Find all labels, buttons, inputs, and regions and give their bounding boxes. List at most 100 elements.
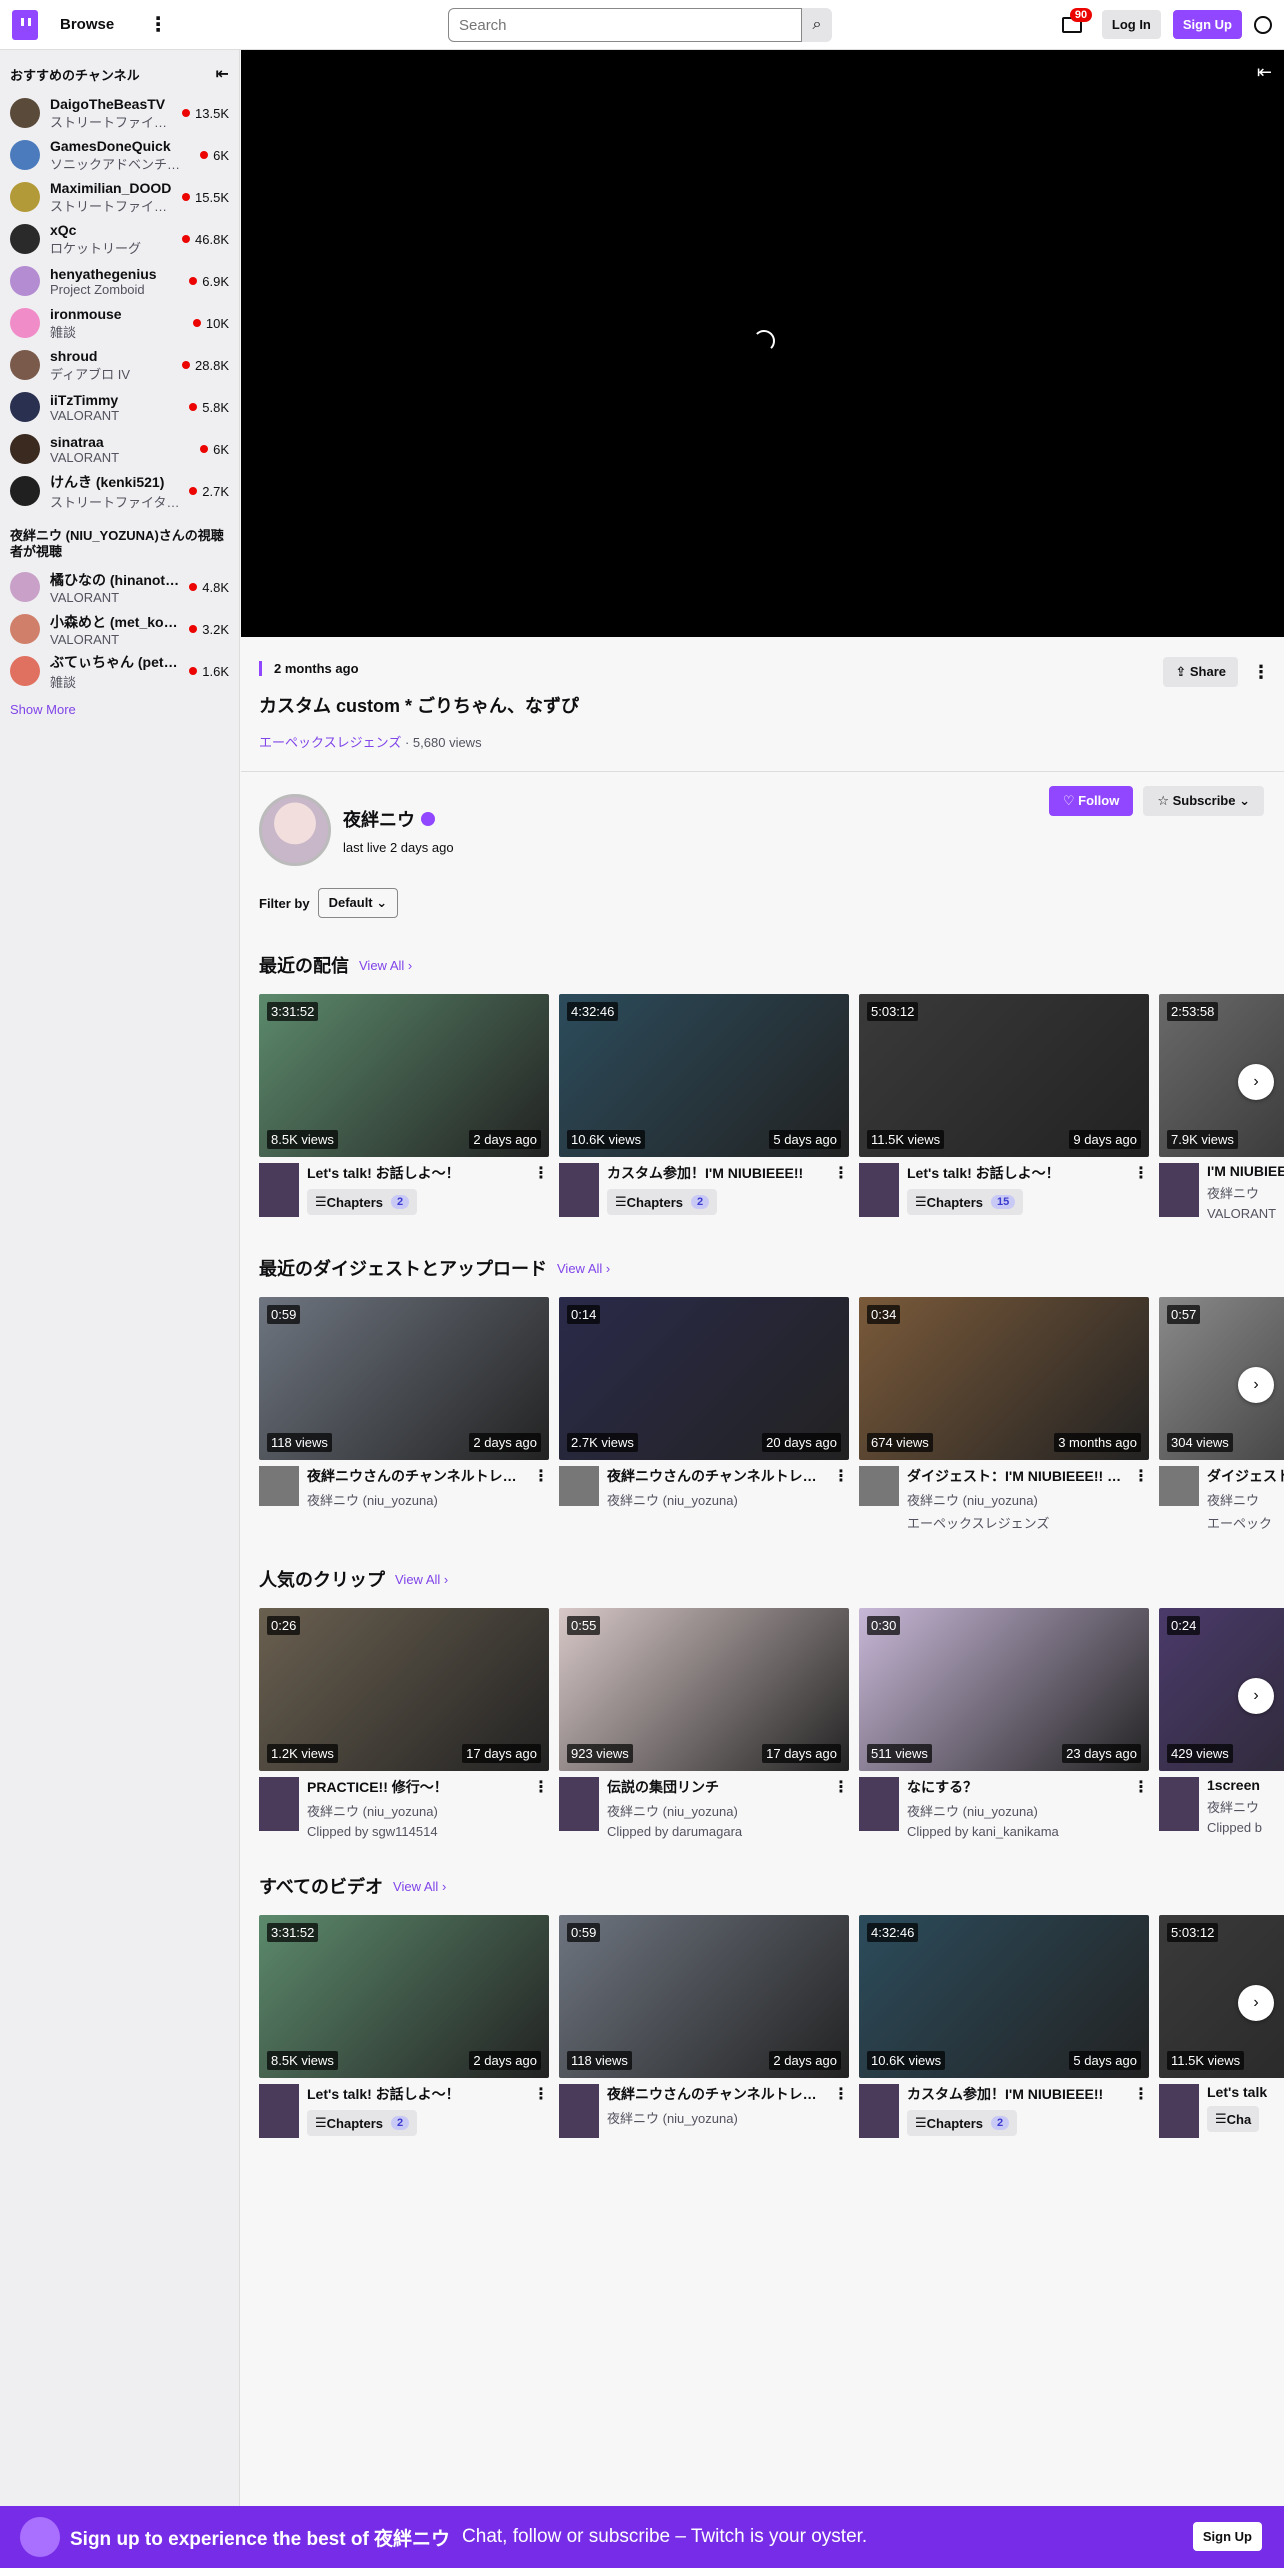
subscribe-button[interactable]: ☆ Subscribe ⌄: [1143, 786, 1264, 816]
sidebar-channel[interactable]: DaigoTheBeasTV ストリートファイ… 13.5K: [0, 92, 239, 134]
card-more-icon[interactable]: ⋮: [1133, 1163, 1149, 1183]
search-icon[interactable]: ⌕: [802, 8, 832, 42]
video-card[interactable]: 2:53:58 7.9K views I'M NIUBIEEE 夜絆ニウ VALORAN…: [1159, 994, 1284, 1221]
card-subtitle[interactable]: 夜絆ニウ (niu_yozuna): [607, 1801, 827, 1820]
video-title[interactable]: なにする？: [907, 1777, 1127, 1797]
chapters-button[interactable]: ☰ Chapters 2: [307, 2110, 418, 2136]
chapters-button[interactable]: ☰ Cha: [1207, 2106, 1260, 2132]
card-subtitle[interactable]: 夜絆ニウ (niu_yozuna): [307, 1490, 527, 1509]
chapters-button[interactable]: ☰ Chapters 2: [307, 1189, 418, 1215]
video-title[interactable]: PRACTICE!! 修行～！: [307, 1777, 527, 1797]
game-box-art[interactable]: [559, 1777, 599, 1831]
sidebar-channel[interactable]: iiTzTimmy VALORANT 5.8K: [0, 386, 239, 428]
video-thumbnail[interactable]: 0:55 923 views 17 days ago: [559, 1608, 849, 1771]
game-box-art[interactable]: [1159, 1163, 1199, 1217]
chapters-button[interactable]: ☰ Chapters 2: [607, 1189, 718, 1215]
inbox-icon[interactable]: 90: [1061, 7, 1093, 33]
card-subtitle[interactable]: 夜絆ニウ (niu_yozuna): [607, 2108, 827, 2127]
card-subtitle-2[interactable]: Clipped by kani_kanikama: [907, 1824, 1127, 1839]
share-button[interactable]: ⇪ Share: [1163, 657, 1238, 687]
video-thumbnail[interactable]: 5:03:12 11.5K views 9 days ago: [859, 994, 1149, 1157]
more-menu-icon[interactable]: ⋮: [148, 15, 168, 35]
video-title[interactable]: ダイジェスト: [1207, 1466, 1284, 1486]
game-box-art[interactable]: [559, 1163, 599, 1217]
video-thumbnail[interactable]: 0:34 674 views 3 months ago: [859, 1297, 1149, 1460]
view-all-link[interactable]: View All ›: [557, 1261, 610, 1276]
creator-avatar[interactable]: [259, 794, 331, 866]
card-subtitle-2[interactable]: エーペックスレジェンズ: [907, 1513, 1127, 1532]
video-title[interactable]: 1screen: [1207, 1777, 1284, 1793]
card-more-icon[interactable]: ⋮: [533, 1777, 549, 1797]
game-box-art[interactable]: [1159, 1466, 1199, 1506]
video-thumbnail[interactable]: 4:32:46 10.6K views 5 days ago: [559, 994, 849, 1157]
game-box-art[interactable]: [1159, 2084, 1199, 2138]
video-thumbnail[interactable]: 3:31:52 8.5K views 2 days ago: [259, 994, 549, 1157]
banner-signup-button[interactable]: Sign Up: [1192, 2522, 1262, 2551]
game-box-art[interactable]: [1159, 1777, 1199, 1831]
video-card[interactable]: 0:24429 views1screen夜絆ニウClipped b⋮: [1159, 1608, 1284, 1839]
view-all-link[interactable]: View All ›: [359, 958, 412, 973]
sidebar-channel[interactable]: sinatraa VALORANT 6K: [0, 428, 239, 470]
sidebar-channel[interactable]: Maximilian_DOOD ストリートファイ… 15.5K: [0, 176, 239, 218]
collapse-sidebar-icon[interactable]: ⇤: [216, 64, 229, 84]
video-card[interactable]: 4:32:46 10.6K views 5 days ago カスタム参加！I'M N…: [559, 994, 849, 1221]
card-more-icon[interactable]: ⋮: [1133, 1777, 1149, 1797]
video-card[interactable]: 5:03:1211.5K viewsLet's talk☰ Cha⋮: [1159, 1915, 1284, 2138]
video-title[interactable]: ダイジェスト：I'M NIUBIEEE!! p…: [907, 1466, 1127, 1486]
carousel-next-icon[interactable]: ›: [1238, 1064, 1274, 1100]
video-title[interactable]: 夜絆ニウさんのチャンネルトレ…: [307, 1466, 527, 1486]
game-box-art[interactable]: [259, 1466, 299, 1506]
chapters-button[interactable]: ☰ Chapters 15: [907, 1189, 1024, 1215]
carousel-next-icon[interactable]: ›: [1238, 1367, 1274, 1403]
card-more-icon[interactable]: ⋮: [833, 1163, 849, 1183]
collapse-chat-icon[interactable]: ⇤: [1257, 62, 1272, 83]
video-title[interactable]: 夜絆ニウさんのチャンネルトレ…: [607, 2084, 827, 2104]
card-subtitle-2[interactable]: エーペック: [1207, 1513, 1284, 1532]
card-subtitle-2[interactable]: VALORANT: [1207, 1206, 1284, 1221]
card-more-icon[interactable]: ⋮: [1133, 1466, 1149, 1486]
video-thumbnail[interactable]: 0:26 1.2K views 17 days ago: [259, 1608, 549, 1771]
card-subtitle-2[interactable]: Clipped by darumagara: [607, 1824, 827, 1839]
video-title[interactable]: カスタム参加！I'M NIUBIEEE!!: [607, 1163, 827, 1183]
search-input[interactable]: [448, 8, 802, 42]
signup-button[interactable]: Sign Up: [1172, 10, 1242, 39]
video-thumbnail[interactable]: 0:14 2.7K views 20 days ago: [559, 1297, 849, 1460]
game-box-art[interactable]: [559, 1466, 599, 1506]
card-more-icon[interactable]: ⋮: [833, 2084, 849, 2104]
game-box-art[interactable]: [259, 1163, 299, 1217]
video-title[interactable]: 伝説の集団リンチ: [607, 1777, 827, 1797]
video-card[interactable]: 0:14 2.7K views 20 days ago 夜絆ニウさんのチャンネルトレ……: [559, 1297, 849, 1532]
carousel-next-icon[interactable]: ›: [1238, 1985, 1274, 2021]
twitch-logo-icon[interactable]: [12, 9, 38, 40]
card-more-icon[interactable]: ⋮: [533, 2084, 549, 2104]
card-subtitle-2[interactable]: Clipped b: [1207, 1820, 1284, 1835]
follow-button[interactable]: ♡ Follow: [1048, 786, 1134, 816]
card-subtitle[interactable]: 夜絆ニウ: [1207, 1490, 1284, 1509]
game-box-art[interactable]: [259, 1777, 299, 1831]
video-card[interactable]: 0:26 1.2K views 17 days ago PRACTICE!! 修行～！…: [259, 1608, 549, 1839]
sidebar-channel[interactable]: 橘ひなの (hinanot… VALORANT 4.8K: [0, 566, 239, 608]
user-icon[interactable]: [1254, 15, 1272, 34]
filter-select[interactable]: Default ⌄: [317, 888, 399, 918]
card-subtitle[interactable]: 夜絆ニウ (niu_yozuna): [907, 1490, 1127, 1509]
game-box-art[interactable]: [859, 2084, 899, 2138]
carousel-next-icon[interactable]: ›: [1238, 1678, 1274, 1714]
video-card[interactable]: 0:55 923 views 17 days ago 伝説の集団リンチ 夜絆ニウ (ni…: [559, 1608, 849, 1839]
sidebar-channel[interactable]: henyathegenius Project Zomboid 6.9K: [0, 260, 239, 302]
video-card[interactable]: 5:03:12 11.5K views 9 days ago Let's talk! …: [859, 994, 1149, 1221]
card-more-icon[interactable]: ⋮: [833, 1777, 849, 1797]
game-link[interactable]: エーペックスレジェンズ: [259, 735, 401, 750]
video-player[interactable]: ⇤: [241, 50, 1284, 637]
card-more-icon[interactable]: ⋮: [533, 1163, 549, 1183]
show-more-link[interactable]: Show More: [0, 692, 239, 727]
chapters-button[interactable]: ☰ Chapters 2: [907, 2110, 1018, 2136]
card-subtitle[interactable]: 夜絆ニウ: [1207, 1797, 1284, 1816]
sidebar-channel[interactable]: shroud ディアブロ IV 28.8K: [0, 344, 239, 386]
view-all-link[interactable]: View All ›: [393, 1879, 446, 1894]
video-thumbnail[interactable]: 0:59 118 views 2 days ago: [259, 1297, 549, 1460]
video-title[interactable]: I'M NIUBIEEE: [1207, 1163, 1284, 1179]
card-more-icon[interactable]: ⋮: [533, 1466, 549, 1486]
video-card[interactable]: 0:34 674 views 3 months ago ダイジェスト：I'M NIUB…: [859, 1297, 1149, 1532]
video-card[interactable]: 3:31:52 8.5K views 2 days ago Let's talk! お…: [259, 1915, 549, 2138]
sidebar-channel[interactable]: けんき (kenki521) ストリートファイタ… 2.7K: [0, 470, 239, 512]
